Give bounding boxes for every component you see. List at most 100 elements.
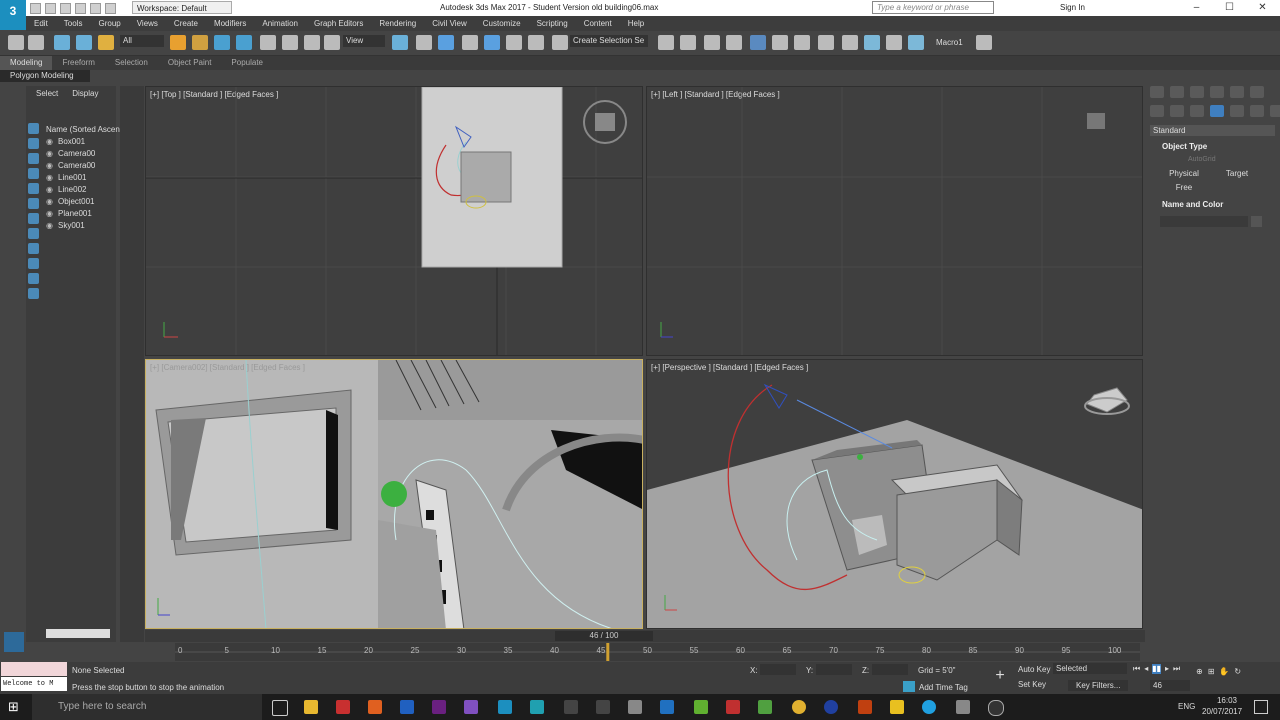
illustrator-icon[interactable]	[858, 700, 872, 714]
layer-explorer-icon[interactable]	[704, 35, 720, 50]
notifications-icon[interactable]	[1254, 700, 1268, 714]
object-category-dropdown[interactable]: Standard	[1150, 125, 1275, 136]
app-icon[interactable]	[694, 700, 708, 714]
stop-icon[interactable]: ▮▮	[1152, 664, 1162, 674]
scale-icon[interactable]	[304, 35, 320, 50]
select-tab[interactable]: Select	[36, 89, 58, 98]
spinner-snap-icon[interactable]	[528, 35, 544, 50]
filter-invert-icon[interactable]	[28, 288, 39, 299]
menu-modifiers[interactable]: Modifiers	[206, 16, 254, 31]
space-warps-icon[interactable]	[1250, 105, 1264, 117]
keyboard-shortcut-toggle-icon[interactable]	[438, 35, 454, 50]
language-indicator[interactable]: ENG	[1178, 702, 1195, 711]
viewport-label[interactable]: [+] [Camera002] [Standard ] [Edged Faces…	[150, 363, 305, 372]
zoom-all-icon[interactable]: ⊞	[1208, 667, 1215, 676]
eye-icon[interactable]: ◉	[46, 184, 58, 196]
rectangular-selection-icon[interactable]	[214, 35, 230, 50]
pan-icon[interactable]: ✋	[1219, 667, 1229, 676]
new-file-icon[interactable]	[30, 2, 41, 14]
target-camera-button[interactable]: Target	[1216, 168, 1258, 180]
set-key-button[interactable]: Set Key	[1018, 680, 1046, 689]
viewport-perspective[interactable]: [+] [Perspective ] [Standard ] [Edged Fa…	[646, 359, 1143, 629]
visual-studio-icon[interactable]	[464, 700, 478, 714]
redo-icon[interactable]	[90, 2, 101, 14]
filter-helpers-icon[interactable]	[28, 183, 39, 194]
tab-populate[interactable]: Populate	[221, 56, 273, 70]
go-to-start-icon[interactable]: ⏮	[1133, 664, 1140, 674]
3dsmax-taskbar-icon[interactable]	[498, 700, 512, 714]
filter-all-icon[interactable]	[28, 258, 39, 269]
list-item[interactable]: ◉ Line002	[46, 184, 116, 196]
app-icon[interactable]	[988, 700, 1004, 716]
app-icon[interactable]	[726, 700, 740, 714]
toolbar-grid-icon[interactable]	[976, 35, 992, 50]
free-camera-button[interactable]: Free	[1163, 182, 1205, 194]
filter-groups-icon[interactable]	[28, 213, 39, 224]
clock-time[interactable]: 16:03	[1212, 696, 1242, 705]
eye-icon[interactable]: ◉	[46, 136, 58, 148]
sign-in-link[interactable]: Sign In	[1060, 3, 1085, 12]
set-key-plus-icon[interactable]: +	[990, 667, 1010, 687]
filter-cameras-icon[interactable]	[28, 168, 39, 179]
ribbon-toggle-icon[interactable]	[750, 35, 766, 50]
macro-label[interactable]: Macro1	[936, 38, 963, 47]
key-filters-button[interactable]: Key Filters...	[1068, 680, 1128, 691]
file-explorer-icon[interactable]	[304, 700, 318, 714]
object-color-swatch[interactable]	[1251, 216, 1262, 227]
menu-scripting[interactable]: Scripting	[529, 16, 576, 31]
cameras-icon[interactable]	[1210, 105, 1224, 117]
filter-bones-icon[interactable]	[28, 243, 39, 254]
tab-object-paint[interactable]: Object Paint	[158, 56, 222, 70]
filter-geometry-icon[interactable]	[28, 123, 39, 134]
workspace-dropdown[interactable]: Workspace: Default	[132, 1, 232, 14]
menu-tools[interactable]: Tools	[56, 16, 91, 31]
chrome-icon[interactable]	[792, 700, 806, 714]
edit-named-selection-icon[interactable]	[552, 35, 568, 50]
app-icon[interactable]	[956, 700, 970, 714]
project-icon[interactable]	[105, 2, 116, 14]
menu-help[interactable]: Help	[620, 16, 652, 31]
list-item[interactable]: ◉ Camera00	[46, 160, 116, 172]
list-item[interactable]: ◉ Plane001	[46, 208, 116, 220]
autogrid-checkbox[interactable]: AutoGrid	[1188, 156, 1216, 163]
mirror-icon[interactable]	[658, 35, 674, 50]
rendered-frame-window-icon[interactable]	[864, 35, 880, 50]
rotate-icon[interactable]	[282, 35, 298, 50]
unreal-icon[interactable]	[564, 700, 578, 714]
render-setup-icon[interactable]	[842, 35, 858, 50]
modify-tab-icon[interactable]	[1170, 86, 1184, 98]
add-time-tag-button[interactable]: Add Time Tag	[919, 683, 968, 692]
menu-animation[interactable]: Animation	[254, 16, 306, 31]
bind-space-warp-icon[interactable]	[98, 35, 114, 50]
app-icon[interactable]	[890, 700, 904, 714]
utilities-tab-icon[interactable]	[1250, 86, 1264, 98]
percent-snap-icon[interactable]	[506, 35, 522, 50]
maxscript-listener-input[interactable]	[1, 662, 67, 676]
object-name-input[interactable]	[1160, 216, 1248, 227]
time-slider[interactable]: 46 / 100	[555, 631, 653, 641]
pivot-center-icon[interactable]	[392, 35, 408, 50]
render-production-icon[interactable]	[886, 35, 902, 50]
polygon-modeling-panel[interactable]: Polygon Modeling	[0, 70, 90, 82]
curve-editor-icon[interactable]	[772, 35, 788, 50]
list-item[interactable]: ◉ Camera00	[46, 148, 116, 160]
x-coordinate-input[interactable]	[760, 664, 796, 675]
list-item[interactable]: ◉ Box001	[46, 136, 116, 148]
viewport-left[interactable]: [+] [Left ] [Standard ] [Edged Faces ]	[646, 86, 1143, 356]
filter-shapes-icon[interactable]	[28, 138, 39, 149]
app-icon[interactable]	[758, 700, 772, 714]
viewport-layout-icon[interactable]	[4, 632, 24, 652]
menu-content[interactable]: Content	[576, 16, 620, 31]
tab-freeform[interactable]: Freeform	[52, 56, 104, 70]
menu-civil-view[interactable]: Civil View	[424, 16, 475, 31]
name-and-color-rollout[interactable]: Name and Color	[1162, 200, 1223, 209]
viewport-top[interactable]: [+] [Top ] [Standard ] [Edged Faces ]	[145, 86, 643, 356]
app-icon[interactable]	[336, 700, 350, 714]
help-search-input[interactable]: Type a keyword or phrase	[872, 1, 994, 14]
task-view-icon[interactable]	[272, 700, 288, 716]
blender-icon[interactable]	[368, 700, 382, 714]
eye-icon[interactable]: ◉	[46, 208, 58, 220]
create-tab-icon[interactable]	[1150, 86, 1164, 98]
reference-coordinate-dropdown[interactable]: View	[343, 35, 385, 47]
list-item[interactable]: ◉ Line001	[46, 172, 116, 184]
